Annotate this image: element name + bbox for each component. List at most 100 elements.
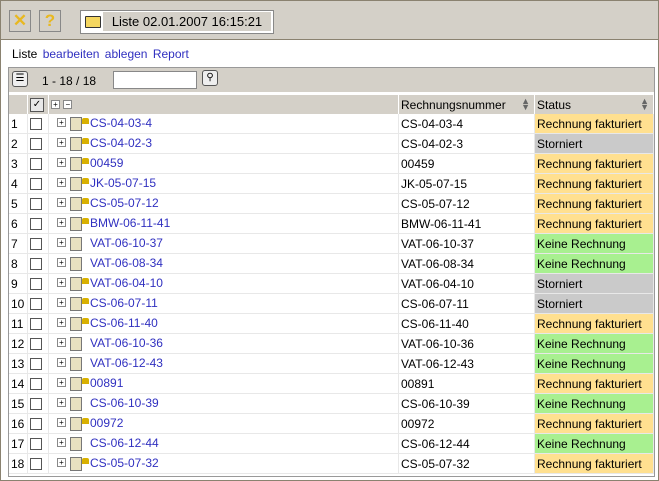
row-checkbox[interactable] — [30, 218, 42, 231]
invoice-link[interactable]: CS-06-12-44 — [90, 436, 159, 450]
list-title-tab[interactable]: Liste 02.01.2007 16:15:21 — [80, 10, 274, 34]
row-checkbox[interactable] — [30, 178, 42, 191]
row-select[interactable] — [27, 213, 49, 234]
row-select[interactable] — [27, 333, 49, 354]
expand-icon[interactable]: + — [57, 318, 66, 328]
row-select[interactable] — [27, 193, 49, 214]
invoice-link[interactable]: CS-05-07-12 — [90, 196, 159, 210]
table-row[interactable]: 12 + VAT-06-10-36 VAT-06-10-36 Keine Rech… — [9, 333, 654, 354]
expand-icon[interactable]: + — [57, 278, 66, 288]
row-select[interactable] — [27, 373, 49, 394]
invoice-link[interactable]: VAT-06-10-36 — [90, 336, 163, 350]
invoice-link[interactable]: BMW-06-11-41 — [90, 216, 170, 230]
row-checkbox[interactable] — [30, 318, 42, 331]
invoice-link[interactable]: VAT-06-08-34 — [90, 256, 163, 270]
expand-icon[interactable]: + — [57, 298, 66, 308]
menu-bearbeiten[interactable]: bearbeiten — [43, 47, 100, 61]
invoice-link[interactable]: 00891 — [90, 376, 123, 390]
expand-icon[interactable]: + — [57, 258, 66, 268]
expand-icon[interactable]: + — [57, 458, 66, 468]
row-checkbox[interactable] — [30, 198, 42, 211]
close-button[interactable]: ✕ — [9, 10, 31, 32]
row-checkbox[interactable] — [30, 338, 42, 351]
invoice-link[interactable]: CS-06-10-39 — [90, 396, 159, 410]
header-select-all[interactable]: ✓ — [27, 95, 49, 114]
row-checkbox[interactable] — [30, 278, 42, 291]
menu-ablegen[interactable]: ablegen — [105, 47, 148, 61]
table-row[interactable]: 7 + VAT-06-10-37 VAT-06-10-37 Keine Rechn… — [9, 233, 654, 254]
table-row[interactable]: 15 + CS-06-10-39 CS-06-10-39 Keine Rechnu… — [9, 393, 654, 414]
expand-icon[interactable]: + — [57, 338, 66, 348]
row-checkbox[interactable] — [30, 378, 42, 391]
row-select[interactable] — [27, 233, 49, 254]
row-select[interactable] — [27, 273, 49, 294]
help-button[interactable]: ? — [39, 10, 61, 32]
expand-icon[interactable]: + — [57, 118, 66, 128]
expand-icon[interactable]: + — [57, 378, 66, 388]
row-checkbox[interactable] — [30, 158, 42, 171]
table-row[interactable]: 10 + CS-06-07-11 CS-06-07-11 Storniert — [9, 293, 654, 314]
row-select[interactable] — [27, 253, 49, 274]
table-row[interactable]: 8 + VAT-06-08-34 VAT-06-08-34 Keine Rechn… — [9, 253, 654, 274]
menu-report[interactable]: Report — [153, 47, 189, 61]
table-row[interactable]: 6 + BMW-06-11-41 BMW-06-11-41 Rechnung fa… — [9, 213, 654, 234]
header-status[interactable]: Status ▲ ▼ — [534, 95, 654, 114]
sort-icon[interactable]: ▲ ▼ — [640, 97, 649, 112]
expand-icon[interactable]: + — [57, 358, 66, 368]
table-row[interactable]: 18 + CS-05-07-32 CS-05-07-32 Rechnung fak… — [9, 453, 654, 474]
expand-icon[interactable]: + — [57, 198, 66, 208]
expand-all-icon[interactable]: + — [51, 99, 60, 109]
row-checkbox[interactable] — [30, 118, 42, 131]
row-select[interactable] — [27, 173, 49, 194]
row-select[interactable] — [27, 114, 49, 134]
table-row[interactable]: 13 + VAT-06-12-43 VAT-06-12-43 Keine Rech… — [9, 353, 654, 374]
row-select[interactable] — [27, 313, 49, 334]
row-checkbox[interactable] — [30, 258, 42, 271]
row-checkbox[interactable] — [30, 458, 42, 471]
table-row[interactable]: 1 + CS-04-03-4 CS-04-03-4 Rechnung faktur… — [9, 114, 654, 134]
row-select[interactable] — [27, 293, 49, 314]
row-checkbox[interactable] — [30, 438, 42, 451]
list-view-icon[interactable]: ☰ — [12, 71, 28, 87]
invoice-link[interactable]: 00459 — [90, 156, 123, 170]
expand-icon[interactable]: + — [57, 438, 66, 448]
row-select[interactable] — [27, 353, 49, 374]
expand-icon[interactable]: + — [57, 218, 66, 228]
invoice-link[interactable]: VAT-06-10-37 — [90, 236, 163, 250]
row-select[interactable] — [27, 413, 49, 434]
row-checkbox[interactable] — [30, 298, 42, 311]
invoice-link[interactable]: CS-06-11-40 — [90, 316, 158, 330]
table-row[interactable]: 3 +00459 00459 Rechnung fakturiert — [9, 153, 654, 174]
expand-icon[interactable]: + — [57, 238, 66, 248]
expand-icon[interactable]: + — [57, 418, 66, 428]
row-checkbox[interactable] — [30, 358, 42, 371]
table-row[interactable]: 16 +00972 00972 Rechnung fakturiert — [9, 413, 654, 434]
row-select[interactable] — [27, 453, 49, 474]
table-row[interactable]: 4 + JK-05-07-15 JK-05-07-15 Rechnung fakt… — [9, 173, 654, 194]
table-row[interactable]: 5 + CS-05-07-12 CS-05-07-12 Rechnung fakt… — [9, 193, 654, 214]
row-checkbox[interactable] — [30, 398, 42, 411]
table-row[interactable]: 9 + VAT-06-04-10 VAT-06-04-10 Storniert — [9, 273, 654, 294]
invoice-link[interactable]: CS-04-02-3 — [90, 136, 152, 150]
expand-icon[interactable]: + — [57, 398, 66, 408]
invoice-link[interactable]: CS-06-07-11 — [90, 296, 158, 310]
row-select[interactable] — [27, 153, 49, 174]
row-select[interactable] — [27, 433, 49, 454]
table-row[interactable]: 17 + CS-06-12-44 CS-06-12-44 Keine Rechnu… — [9, 433, 654, 454]
search-icon[interactable]: ⚲ — [202, 70, 218, 86]
select-all-checkbox[interactable]: ✓ — [30, 97, 44, 112]
invoice-link[interactable]: VAT-06-04-10 — [90, 276, 163, 290]
collapse-all-icon[interactable]: − — [63, 99, 73, 109]
row-select[interactable] — [27, 393, 49, 414]
search-input[interactable] — [113, 71, 197, 89]
invoice-link[interactable]: CS-05-07-32 — [90, 456, 159, 470]
table-row[interactable]: 14 +00891 00891 Rechnung fakturiert — [9, 373, 654, 394]
invoice-link[interactable]: JK-05-07-15 — [90, 176, 156, 190]
row-checkbox[interactable] — [30, 138, 42, 151]
table-row[interactable]: 11 + CS-06-11-40 CS-06-11-40 Rechnung fak… — [9, 313, 654, 334]
row-select[interactable] — [27, 133, 49, 154]
row-checkbox[interactable] — [30, 418, 42, 431]
expand-icon[interactable]: + — [57, 178, 66, 188]
expand-icon[interactable]: + — [57, 158, 66, 168]
invoice-link[interactable]: CS-04-03-4 — [90, 116, 152, 130]
